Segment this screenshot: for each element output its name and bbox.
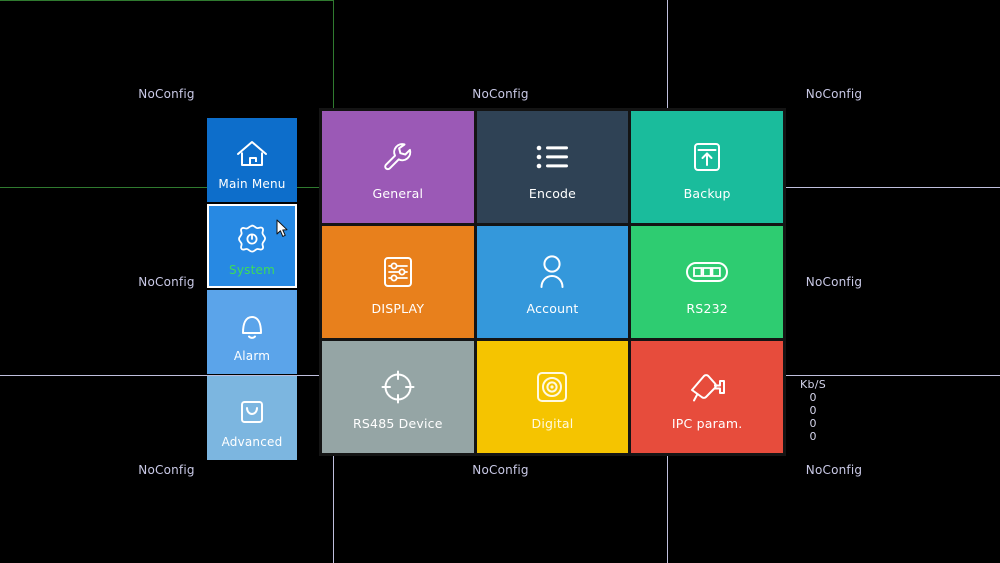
menu-tile-label: Backup	[683, 185, 731, 201]
menu-tile-label: DISPLAY	[371, 300, 425, 316]
wall-cell-status: NoConfig	[805, 462, 863, 477]
menu-tile-digital[interactable]: Digital	[476, 341, 629, 453]
wall-cell-status: NoConfig	[472, 87, 529, 101]
menu-tile-encode[interactable]: Encode	[476, 111, 629, 223]
menu-tile-label: Digital	[531, 415, 574, 431]
crosshair-icon	[380, 364, 416, 410]
toolbox-icon	[236, 388, 268, 428]
bell-icon	[236, 302, 268, 342]
mouse-pointer-icon	[276, 219, 289, 238]
sidebar-item-label: System	[229, 262, 275, 277]
menu-tile-label: RS232	[686, 300, 728, 316]
bitrate-value: 0	[809, 430, 817, 443]
list-icon	[532, 134, 572, 180]
user-icon	[536, 249, 568, 295]
sidebar-item-system[interactable]: System	[207, 204, 297, 288]
sidebar-item-main-menu[interactable]: Main Menu	[207, 118, 297, 202]
menu-tile-label: Encode	[528, 185, 577, 201]
bitrate-readout: Kb/S 0 0 0 0	[800, 378, 826, 443]
system-menu-grid: General Encode Backup DISPLAY Account RS…	[319, 108, 786, 456]
home-icon	[235, 130, 269, 170]
bitrate-unit: Kb/S	[800, 378, 827, 391]
wall-cell-status: NoConfig	[138, 87, 195, 101]
upload-box-icon	[689, 134, 725, 180]
sidebar-item-alarm[interactable]: Alarm	[207, 290, 297, 374]
wall-cell-status: NoConfig	[138, 275, 195, 289]
gear-icon	[235, 216, 269, 256]
wall-active-top-edge	[0, 0, 333, 1]
menu-tile-label: Account	[526, 300, 579, 316]
sidebar-item-label: Advanced	[221, 434, 283, 449]
port-icon	[685, 249, 729, 295]
menu-tile-backup[interactable]: Backup	[631, 111, 783, 223]
bitrate-value: 0	[809, 391, 817, 404]
wrench-icon	[378, 134, 418, 180]
menu-tile-ipc-param[interactable]: IPC param.	[631, 341, 783, 453]
wall-cell-status: NoConfig	[138, 462, 195, 477]
menu-tile-account[interactable]: Account	[476, 226, 629, 338]
menu-tile-label: RS485 Device	[353, 415, 443, 431]
main-menu-sidebar: Main Menu System Alarm Advanced	[207, 118, 297, 460]
menu-tile-rs485-device[interactable]: RS485 Device	[322, 341, 474, 453]
sidebar-item-label: Alarm	[233, 348, 271, 363]
camera-icon	[686, 364, 728, 410]
sliders-icon	[380, 249, 416, 295]
sidebar-item-label: Main Menu	[218, 176, 286, 191]
menu-tile-display[interactable]: DISPLAY	[322, 226, 474, 338]
wall-cell-status: NoConfig	[472, 462, 529, 477]
menu-tile-rs232[interactable]: RS232	[631, 226, 783, 338]
video-wall-screen: NoConfig NoConfig NoConfig NoConfig NoCo…	[0, 0, 1000, 563]
lens-icon	[534, 364, 570, 410]
bitrate-value: 0	[809, 404, 817, 417]
menu-tile-label: General	[372, 185, 424, 201]
sidebar-item-advanced[interactable]: Advanced	[207, 376, 297, 460]
menu-tile-general[interactable]: General	[322, 111, 474, 223]
menu-tile-label: IPC param.	[671, 415, 743, 431]
wall-cell-status: NoConfig	[805, 275, 863, 289]
bitrate-value: 0	[809, 417, 817, 430]
wall-cell-status: NoConfig	[805, 87, 863, 101]
